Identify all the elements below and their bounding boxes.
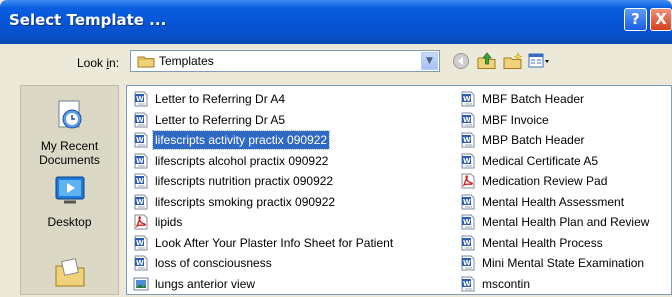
file-name: Letter to Referring Dr A5 [155, 112, 286, 127]
word-document-icon: W [133, 173, 149, 194]
svg-text:W: W [136, 177, 144, 185]
svg-text:W: W [136, 157, 144, 165]
svg-text:W: W [136, 239, 144, 247]
file-name: Letter to Referring Dr A4 [155, 92, 286, 106]
help-button[interactable]: ? [624, 8, 647, 31]
svg-text:W: W [463, 280, 471, 288]
svg-text:W: W [463, 157, 471, 165]
desktop-icon [21, 174, 118, 211]
svg-text:W: W [463, 239, 471, 247]
places-bar: My Recent Documents Desktop [20, 85, 119, 295]
folder-icon [137, 54, 155, 71]
recent-documents-icon [21, 98, 118, 135]
word-document-icon: W [460, 153, 476, 174]
pdf-document-icon [133, 214, 149, 235]
word-document-icon: W [460, 194, 476, 215]
pdf-document-icon [460, 173, 476, 194]
svg-text:W: W [136, 116, 144, 124]
svg-text:W: W [463, 198, 471, 206]
places-recent-label: My Recent Documents [39, 139, 100, 167]
svg-text:W: W [463, 95, 471, 103]
my-documents-icon [21, 256, 118, 293]
file-name: mscontin [482, 276, 531, 291]
word-document-icon: W [133, 112, 149, 133]
word-document-icon: W [133, 91, 149, 112]
file-name: lifescripts activity practix 090922 [151, 130, 331, 150]
word-document-icon: W [133, 235, 149, 256]
title-bar[interactable]: Select Template ... ? X [0, 0, 672, 44]
word-document-icon: W [133, 132, 149, 153]
svg-text:W: W [136, 95, 144, 103]
file-name: MBP Batch Header [482, 133, 585, 147]
file-name: MBF Invoice [482, 112, 549, 127]
back-icon[interactable] [452, 52, 470, 73]
file-name: loss of consciousness [155, 256, 272, 270]
svg-text:W: W [463, 259, 471, 267]
word-document-icon: W [460, 112, 476, 133]
look-in-prefix: Look [77, 56, 107, 70]
word-document-icon: W [133, 153, 149, 174]
file-name: Mini Mental State Examination [482, 256, 645, 270]
file-name: lifescripts nutrition practix 090922 [155, 174, 334, 188]
file-name: Mental Health Assessment [482, 194, 625, 209]
close-button[interactable]: X [650, 8, 672, 31]
svg-text:W: W [463, 116, 471, 124]
file-name: MBF Batch Header [482, 92, 585, 106]
file-name: Mental Health Process [482, 235, 603, 250]
word-document-icon: W [460, 214, 476, 235]
places-desktop-label: Desktop [47, 215, 92, 229]
new-folder-icon[interactable] [503, 52, 523, 73]
word-document-icon: W [460, 91, 476, 112]
look-in-label: Look in: [77, 56, 119, 70]
look-in-combobox[interactable]: Templates ▼ [130, 50, 440, 72]
svg-text:W: W [463, 218, 471, 226]
view-menu-icon[interactable] [528, 52, 550, 73]
svg-text:W: W [136, 259, 144, 267]
word-document-icon: W [460, 255, 476, 276]
file-list[interactable]: W Letter to Referring Dr A4 W Letter to Ref… [126, 85, 672, 295]
places-recent-documents[interactable]: My Recent Documents [21, 98, 118, 167]
places-my-documents[interactable] [21, 256, 118, 297]
file-name: Look After Your Plaster Info Sheet for P… [155, 235, 394, 250]
look-in-suffix: n: [109, 56, 120, 70]
window-title: Select Template ... [9, 11, 167, 29]
file-name: lipids [155, 215, 183, 229]
word-document-icon: W [460, 276, 476, 295]
up-folder-icon[interactable] [477, 52, 497, 73]
image-file-icon [133, 276, 149, 295]
file-name: lifescripts smoking practix 090922 [155, 194, 336, 209]
word-document-icon: W [133, 194, 149, 215]
word-document-icon: W [133, 255, 149, 276]
svg-text:W: W [136, 136, 144, 144]
file-name: Medication Review Pad [482, 174, 608, 188]
word-document-icon: W [460, 132, 476, 153]
file-name: Medical Certificate A5 [482, 153, 599, 168]
svg-text:W: W [136, 198, 144, 206]
look-in-value: Templates [159, 54, 214, 68]
svg-text:W: W [463, 136, 471, 144]
word-document-icon: W [460, 235, 476, 256]
file-name: lungs anterior view [155, 276, 256, 291]
places-desktop[interactable]: Desktop [21, 174, 118, 229]
chevron-down-icon[interactable]: ▼ [421, 52, 438, 70]
file-name: Mental Health Plan and Review [482, 215, 650, 229]
file-name: lifescripts alcohol practix 090922 [155, 153, 329, 168]
